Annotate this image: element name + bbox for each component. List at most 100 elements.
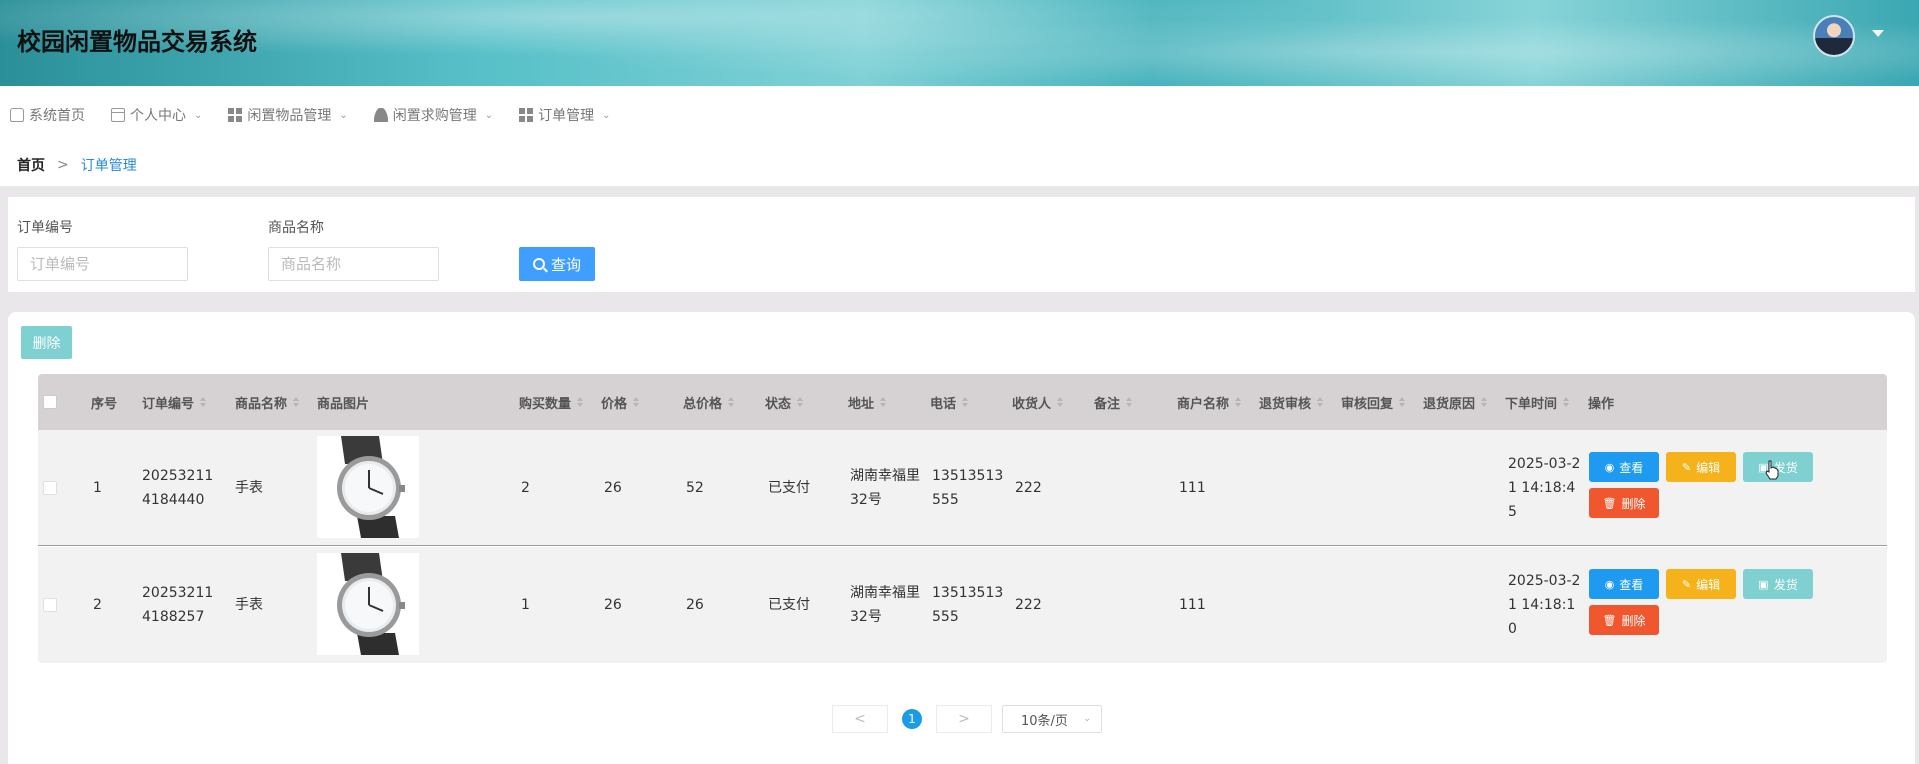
query-button-label: 查询 [550,256,581,274]
col-review-reply[interactable]: 审核回复 [1341,374,1406,430]
cell-phone: 13513513555 [932,468,1004,508]
pagination: < 1 > 10条/页 ⌄ [832,705,1102,733]
page-number-current[interactable]: 1 [902,709,922,729]
home-icon [10,108,24,122]
watch-icon [317,553,419,655]
cell-address: 湖南幸福里32号 [850,585,920,625]
select-all-checkbox[interactable] [43,395,57,409]
col-status[interactable]: 状态 [765,374,804,430]
delete-button[interactable]: 🗑 删除 [1589,488,1659,518]
page-size-select[interactable]: 10条/页 ⌄ [1002,705,1102,733]
query-button[interactable]: 查询 [519,247,595,281]
cell-receiver: 222 [1015,480,1042,496]
sort-icon [1399,396,1406,408]
app-header: 校园闲置物品交易系统 [0,0,1919,86]
product-image[interactable] [317,553,419,655]
sort-icon [1481,396,1488,408]
table-row: 1 202532114184440 手表 2 26 52 已支付 湖南幸福里32… [38,430,1887,546]
table-panel: 删除 序号 订单编号 商品名称 商品图片 购买数量 价格 总价格 状态 地址 电… [8,312,1915,764]
order-no-label: 订单编号 [17,220,73,236]
chevron-down-icon: ⌄ [1083,714,1091,724]
trash-icon: 🗑 [1602,497,1617,510]
user-icon [373,108,388,122]
col-receiver[interactable]: 收货人 [1012,374,1064,430]
row-checkbox[interactable] [43,481,57,495]
cell-order-no: 202532114184440 [142,468,214,508]
col-merchant[interactable]: 商户名称 [1177,374,1242,430]
col-total[interactable]: 总价格 [683,374,735,430]
avatar[interactable] [1813,15,1855,57]
cell-merchant: 111 [1179,597,1206,613]
batch-delete-button[interactable]: 删除 [21,326,72,359]
app-title: 校园闲置物品交易系统 [17,28,257,56]
eye-icon: ◉ [1604,461,1615,474]
ship-button[interactable]: ▣ 发货 [1743,569,1813,599]
view-button[interactable]: ◉ 查看 [1589,452,1659,482]
breadcrumb: 首页 > 订单管理 [0,144,1919,186]
col-order-time[interactable]: 下单时间 [1505,374,1570,430]
col-index: 序号 [91,396,118,412]
cell-quantity: 1 [521,597,530,613]
cell-status: 已支付 [768,480,810,496]
col-product-name[interactable]: 商品名称 [235,374,300,430]
order-no-input[interactable] [17,247,188,281]
box-icon: ▣ [1758,578,1769,591]
next-page-button[interactable]: > [936,705,992,733]
chevron-down-icon: ⌄ [602,109,611,121]
col-quantity[interactable]: 购买数量 [519,374,584,430]
sort-icon [633,396,640,408]
cell-merchant: 111 [1179,480,1206,496]
cell-product-name: 手表 [235,480,263,496]
cell-phone: 13513513555 [932,585,1004,625]
chevron-down-icon: ⌄ [484,109,494,121]
col-price[interactable]: 价格 [601,374,640,430]
row-checkbox[interactable] [43,598,57,612]
nav-item-home[interactable]: 系统首页 [10,105,85,125]
nav-item-idle-goods[interactable]: 闲置物品管理 ⌄ [228,105,348,125]
cell-product-name: 手表 [235,597,263,613]
prev-page-button[interactable]: < [832,705,888,733]
search-panel: 订单编号 商品名称 查询 [8,197,1915,292]
col-return-review[interactable]: 退货审核 [1259,374,1324,430]
delete-button[interactable]: 🗑 删除 [1589,605,1659,635]
sort-icon [1126,396,1133,408]
product-name-label: 商品名称 [268,220,324,236]
col-order-no[interactable]: 订单编号 [142,374,207,430]
chevron-down-icon: ⌄ [194,109,203,121]
sort-icon [1057,396,1064,408]
breadcrumb-current: 订单管理 [80,158,137,174]
cell-order-no: 202532114188257 [142,585,214,625]
view-button[interactable]: ◉ 查看 [1589,569,1659,599]
card-icon [111,108,125,122]
sort-icon [577,396,584,408]
product-name-input[interactable] [268,247,439,281]
sort-icon [1235,396,1242,408]
table-row: 2 202532114188257 手表 1 26 26 已支付 湖南幸福里32… [38,547,1887,663]
nav-item-label: 闲置求购管理 [392,108,477,124]
breadcrumb-home[interactable]: 首页 [17,155,45,175]
pointer-cursor-icon [1765,460,1779,480]
col-return-reason[interactable]: 退货原因 [1423,374,1488,430]
col-phone[interactable]: 电话 [930,374,969,430]
nav-item-personal-center[interactable]: 个人中心 ⌄ [111,105,202,125]
edit-button[interactable]: ✎ 编辑 [1666,452,1736,482]
sort-icon [200,396,207,408]
nav-item-orders[interactable]: 订单管理 ⌄ [519,105,611,125]
product-image[interactable] [317,436,419,538]
sort-icon [962,396,969,408]
eye-icon: ◉ [1604,578,1615,591]
nav-item-label: 订单管理 [538,108,595,124]
watch-icon [317,436,419,538]
edit-button[interactable]: ✎ 编辑 [1666,569,1736,599]
nav-item-wanted[interactable]: 闲置求购管理 ⌄ [373,105,494,125]
chevron-down-icon: ⌄ [339,109,348,121]
chevron-down-icon[interactable] [1872,30,1884,37]
edit-icon: ✎ [1681,578,1692,591]
sort-icon [728,396,735,408]
grid-icon [228,108,243,122]
page-size-value: 10条/页 [1021,713,1068,729]
col-note[interactable]: 备注 [1094,374,1133,430]
trash-icon: 🗑 [1602,614,1617,627]
col-address[interactable]: 地址 [848,374,887,430]
cell-total: 52 [686,480,704,496]
